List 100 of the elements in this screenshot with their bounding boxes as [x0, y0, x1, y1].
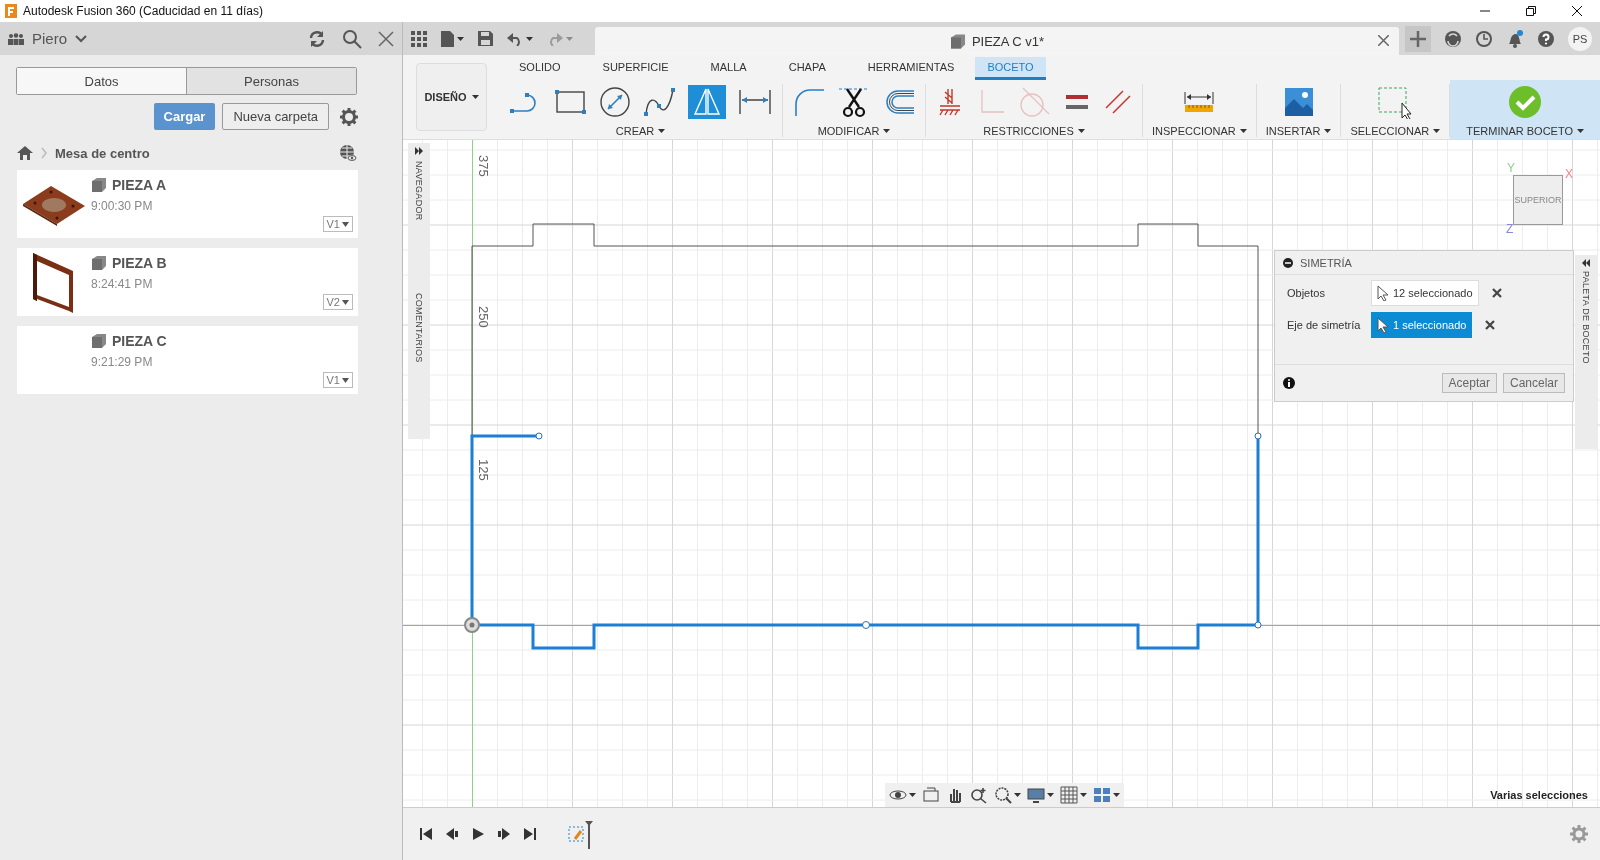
close-icon[interactable] [1572, 6, 1582, 16]
caret-icon [909, 793, 916, 797]
caret-icon [526, 36, 533, 41]
undo-button[interactable] [507, 31, 533, 46]
dialog-button[interactable]: Aceptar [1441, 373, 1497, 393]
caret-icon [1080, 793, 1087, 797]
display-settings-button[interactable] [1027, 786, 1054, 804]
play-icon[interactable] [471, 827, 485, 841]
fit-button[interactable] [994, 786, 1021, 804]
group-menu[interactable]: RESTRICCIONES [983, 125, 1085, 137]
ribbon-tab[interactable]: SOLIDO [511, 57, 582, 80]
add-tab-icon[interactable] [1405, 25, 1431, 52]
clear-selection-icon[interactable] [1485, 320, 1496, 330]
design-card[interactable]: PIEZA A 9:00:30 PM V1 [17, 170, 358, 238]
restore-icon[interactable] [1526, 6, 1536, 16]
version-dropdown[interactable]: V2 [322, 294, 353, 310]
panel-tab[interactable]: Datos [17, 68, 186, 94]
fillet-tool-icon[interactable] [792, 86, 826, 118]
design-name: PIEZA C [112, 333, 167, 349]
team-icon [8, 32, 24, 45]
group-menu[interactable]: SELECCIONAR [1350, 125, 1441, 137]
caret-icon [566, 36, 573, 41]
dialog-button[interactable]: Cancelar [1502, 373, 1565, 393]
new-folder-button[interactable]: Nueva carpeta [222, 103, 329, 130]
user-name[interactable]: Piero [32, 30, 68, 47]
selection-box-icon[interactable] [1376, 85, 1415, 119]
search-icon[interactable] [342, 28, 362, 49]
axis-dimension-label: 375 [476, 155, 491, 177]
spline-tool-icon[interactable] [643, 86, 677, 118]
look-at-button[interactable] [922, 786, 940, 804]
caret-icon [457, 36, 464, 41]
next-step-icon[interactable] [497, 827, 511, 841]
caret-icon [1324, 129, 1332, 133]
design-time: 9:21:29 PM [91, 355, 154, 369]
image-icon[interactable] [1282, 86, 1315, 118]
component-icon [91, 178, 107, 192]
save-icon[interactable] [478, 31, 493, 46]
first-step-icon[interactable] [419, 827, 433, 841]
caret-icon [658, 129, 666, 133]
selection-field[interactable]: 12 seleccionado [1371, 280, 1479, 306]
cursor-icon [1377, 317, 1389, 333]
workspace-dropdown[interactable]: DISEÑO [416, 63, 487, 131]
zoom-button[interactable] [970, 786, 988, 804]
apps-grid-icon[interactable] [411, 30, 427, 47]
sketch-timeline-marker-icon[interactable] [567, 819, 593, 849]
mirror-tool-icon[interactable] [691, 86, 723, 118]
chevron-right-icon [41, 147, 47, 159]
clear-selection-icon[interactable] [1491, 288, 1502, 298]
field-label: Eje de simetría [1287, 319, 1362, 331]
circle-tool-icon[interactable] [598, 86, 632, 118]
group-menu[interactable]: INSPECCIONAR [1152, 125, 1247, 137]
component-icon [91, 334, 107, 348]
group-menu[interactable]: CREAR [615, 125, 666, 137]
design-card[interactable]: PIEZA B 8:24:41 PM V2 [17, 248, 358, 316]
collapse-icon[interactable] [1582, 259, 1590, 267]
settings-icon[interactable] [340, 107, 358, 126]
ribbon-tab[interactable]: SUPERFICIE [581, 57, 690, 80]
component-icon [91, 256, 107, 270]
expand-icon[interactable] [415, 147, 423, 155]
group-menu[interactable]: INSERTAR [1265, 125, 1332, 137]
grid-settings-button[interactable] [1060, 786, 1087, 804]
design-time: 9:00:30 PM [91, 199, 154, 213]
undo-icon [507, 31, 523, 46]
breadcrumb-folder[interactable]: Mesa de centro [55, 145, 150, 161]
field-label: Objetos [1287, 287, 1326, 299]
ribbon-tab[interactable]: HERRAMIENTAS [846, 57, 976, 80]
notification-bell-icon[interactable] [1506, 29, 1524, 48]
file-icon [441, 30, 454, 47]
extensions-icon[interactable] [1444, 29, 1462, 48]
caret-icon [1113, 793, 1120, 797]
panel-tab[interactable]: Personas [186, 68, 356, 94]
design-card[interactable]: PIEZA C 9:21:29 PM V1 [17, 326, 358, 394]
group-menu[interactable]: TERMINAR BOCETO [1466, 125, 1584, 137]
navigator-panel-tab[interactable]: NAVEGADOR [414, 161, 424, 221]
comments-panel-tab[interactable]: COMENTARIOS [414, 292, 424, 363]
info-icon[interactable] [1283, 377, 1295, 389]
viewports-button[interactable] [1093, 786, 1120, 804]
chevron-down-icon[interactable] [75, 34, 88, 43]
ribbon-tab[interactable]: MALLA [689, 57, 768, 80]
globe-eye-icon[interactable] [339, 144, 357, 162]
home-icon[interactable] [17, 146, 33, 160]
last-step-icon[interactable] [523, 827, 537, 841]
refresh-icon[interactable] [308, 29, 326, 48]
checkmark-icon[interactable] [1508, 85, 1543, 119]
group-menu[interactable]: MODIFICAR [817, 125, 891, 137]
dialog-title: SIMETRÍA [1300, 256, 1352, 269]
version-dropdown[interactable]: V1 [322, 372, 353, 388]
selection-field[interactable]: 1 seleccionado [1371, 312, 1473, 338]
clock-icon[interactable] [1475, 29, 1493, 48]
file-menu[interactable] [441, 30, 464, 47]
user-avatar[interactable]: PS [1568, 26, 1592, 51]
document-tab[interactable]: PIEZA C v1* [595, 27, 1399, 55]
help-icon[interactable] [1537, 29, 1555, 48]
collapse-icon[interactable] [1283, 257, 1293, 268]
caret-icon [1433, 129, 1441, 133]
axis-label: Z [1506, 222, 1514, 236]
previous-step-icon[interactable] [445, 827, 459, 841]
ribbon-tab[interactable]: CHAPA [767, 57, 847, 80]
version-dropdown[interactable]: V1 [322, 216, 353, 232]
status-text: Varias selecciones [1490, 789, 1588, 801]
